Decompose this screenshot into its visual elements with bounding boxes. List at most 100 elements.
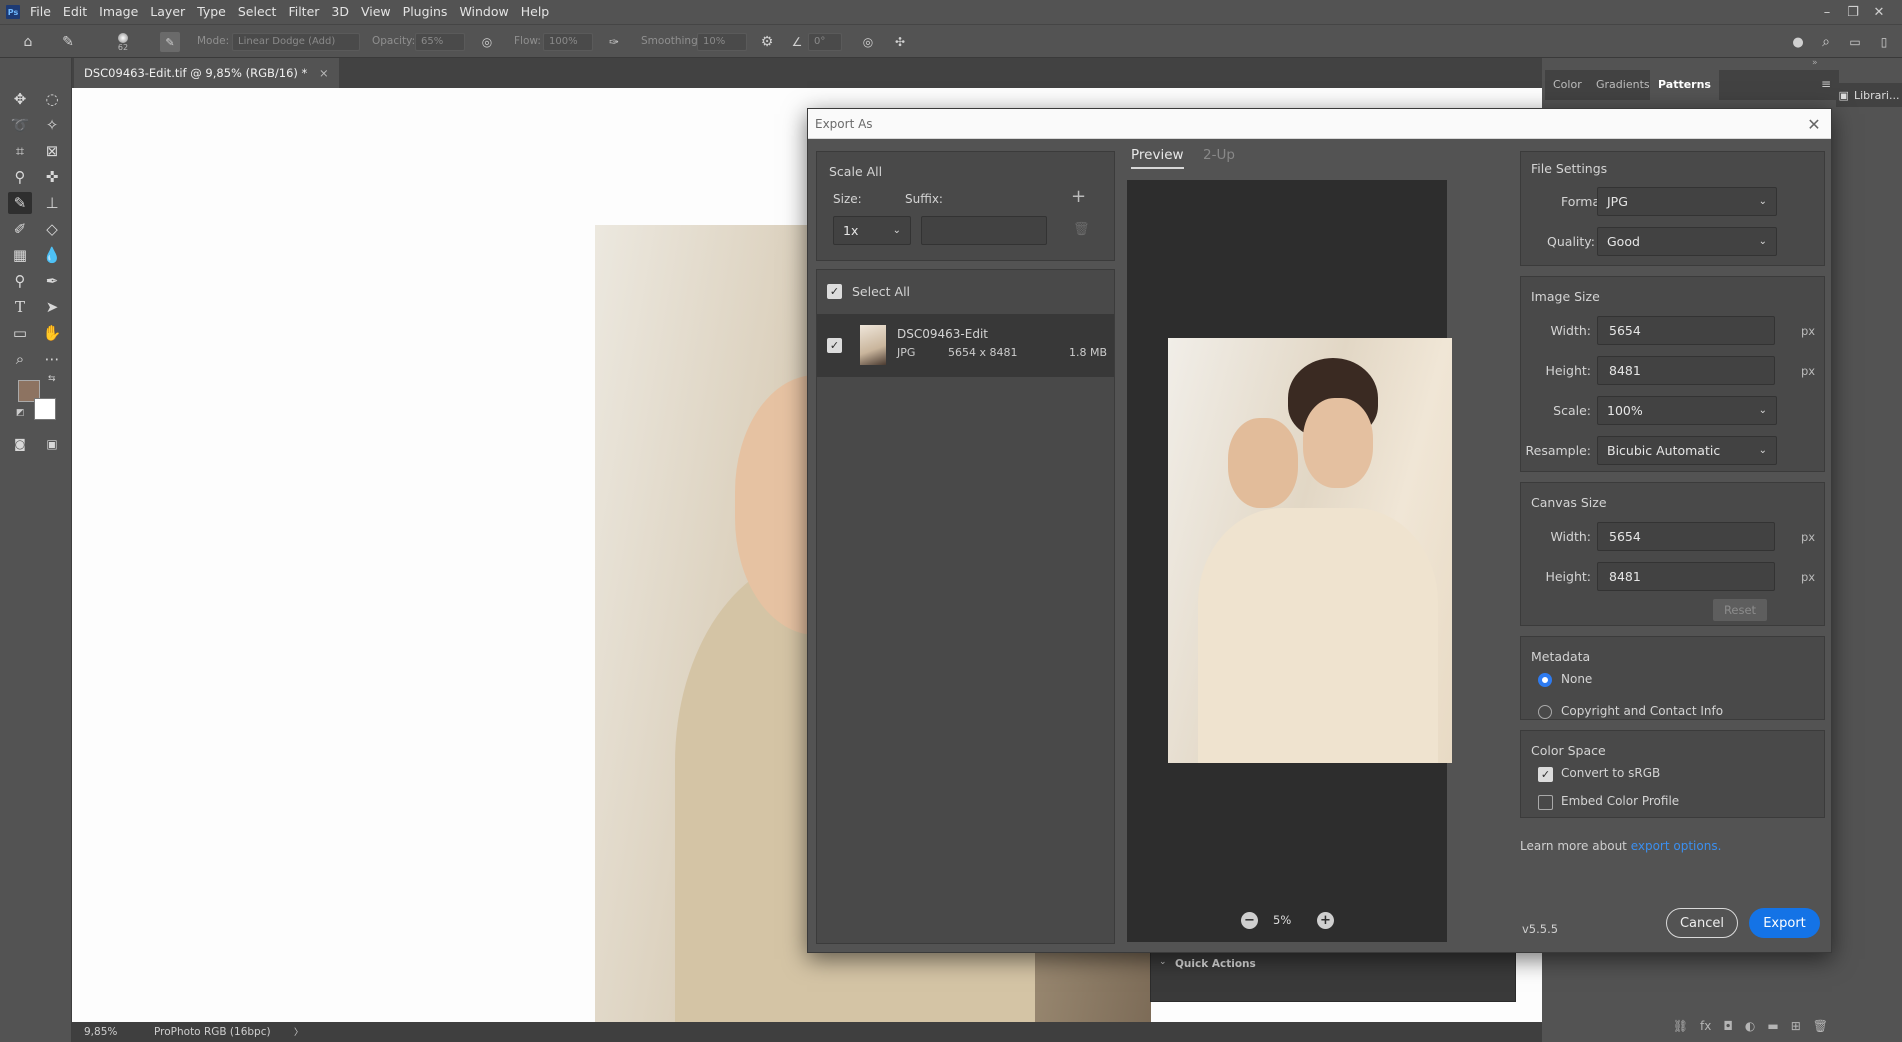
resample-select[interactable]: Bicubic Automatic ⌄ <box>1597 436 1777 465</box>
tab-color[interactable]: Color <box>1545 70 1590 100</box>
tab-patterns[interactable]: Patterns <box>1650 70 1719 100</box>
tab-preview[interactable]: Preview <box>1131 147 1184 169</box>
marquee-tool-icon[interactable]: ◌ <box>40 88 64 110</box>
new-layer-icon[interactable]: ⊞ <box>1791 1019 1801 1033</box>
add-scale-icon[interactable]: + <box>1071 186 1086 207</box>
reset-button[interactable]: Reset <box>1713 599 1767 621</box>
suffix-input[interactable] <box>921 216 1047 245</box>
rectangle-tool-icon[interactable]: ▭ <box>8 322 32 344</box>
menu-layer[interactable]: Layer <box>144 0 191 24</box>
link-layers-icon[interactable]: ⛓ <box>1673 1019 1688 1033</box>
pen-tool-icon[interactable]: ✒ <box>40 270 64 292</box>
menu-filter[interactable]: Filter <box>282 0 325 24</box>
brush-settings-icon[interactable]: ✎ <box>160 32 180 52</box>
mode-select[interactable]: Linear Dodge (Add) <box>232 33 360 51</box>
size-select[interactable]: 1x ⌄ <box>833 216 911 245</box>
frame-tool-icon[interactable]: ⊠ <box>40 140 64 162</box>
swap-colors-icon[interactable]: ⇆ <box>48 374 56 384</box>
close-window-button[interactable]: ✕ <box>1866 0 1892 24</box>
close-icon[interactable]: ✕ <box>1803 113 1825 135</box>
quick-mask-icon[interactable]: ◙ <box>8 433 32 455</box>
path-selection-icon[interactable]: ➤ <box>40 296 64 318</box>
file-item-checkbox[interactable]: ✓ <box>827 338 842 353</box>
canvas-width-input[interactable]: 5654 <box>1597 522 1775 551</box>
blur-tool-icon[interactable]: 💧 <box>40 244 64 266</box>
convert-srgb-checkbox[interactable]: ✓ <box>1538 767 1553 782</box>
gear-icon[interactable]: ⚙ <box>757 32 777 52</box>
fx-icon[interactable]: fx <box>1700 1019 1711 1033</box>
search-icon[interactable]: ⌕ <box>1816 32 1836 52</box>
angle-field[interactable]: 0° <box>808 33 842 51</box>
workspace-icon[interactable]: ▭ <box>1845 32 1865 52</box>
hand-tool-icon[interactable]: ✋ <box>40 322 64 344</box>
symmetry-icon[interactable]: ✣ <box>890 32 910 52</box>
magic-wand-icon[interactable]: ✧ <box>40 114 64 136</box>
document-tab[interactable]: DSC09463-Edit.tif @ 9,85% (RGB/16) * × <box>74 58 339 88</box>
metadata-copyright-radio[interactable] <box>1538 705 1552 719</box>
image-width-input[interactable]: 5654 <box>1597 316 1775 345</box>
flow-field[interactable]: 100% <box>543 33 593 51</box>
tab-gradients[interactable]: Gradients <box>1588 70 1658 100</box>
metadata-none-radio[interactable] <box>1538 673 1552 687</box>
menu-view[interactable]: View <box>355 0 397 24</box>
more-tools-icon[interactable]: ⋯ <box>40 348 64 370</box>
dodge-tool-icon[interactable]: ⚲ <box>8 270 32 292</box>
lasso-tool-icon[interactable]: ➰ <box>8 114 32 136</box>
smoothing-field[interactable]: 10% <box>697 33 747 51</box>
clone-stamp-icon[interactable]: ⊥ <box>40 192 64 214</box>
crop-tool-icon[interactable]: ⌗ <box>8 140 32 162</box>
background-color-swatch[interactable] <box>34 398 56 420</box>
brush-tool-active-icon[interactable]: ✎ <box>8 192 32 214</box>
history-brush-icon[interactable]: ✐ <box>8 218 32 240</box>
tab-2-up[interactable]: 2-Up <box>1203 147 1235 163</box>
scale-select[interactable]: 100% ⌄ <box>1597 396 1777 425</box>
select-all-checkbox[interactable]: ✓ <box>827 284 842 299</box>
canvas-height-input[interactable]: 8481 <box>1597 562 1775 591</box>
airbrush-icon[interactable]: ✑ <box>604 32 624 52</box>
format-select[interactable]: JPG ⌄ <box>1597 187 1777 216</box>
opacity-field[interactable]: 65% <box>415 33 465 51</box>
menu-window[interactable]: Window <box>453 0 514 24</box>
menu-image[interactable]: Image <box>93 0 144 24</box>
panel-menu-icon[interactable]: ≡ <box>1821 77 1831 91</box>
zoom-tool-icon[interactable]: ⌕ <box>8 348 32 370</box>
brush-preset-picker[interactable]: 62 <box>112 28 134 56</box>
adjustment-layer-icon[interactable]: ◐ <box>1745 1019 1755 1033</box>
trash-icon[interactable]: 🗑 <box>1073 222 1090 237</box>
image-height-input[interactable]: 8481 <box>1597 356 1775 385</box>
menu-help[interactable]: Help <box>515 0 556 24</box>
zoom-out-icon[interactable]: − <box>1241 912 1258 929</box>
spot-healing-icon[interactable]: ✜ <box>40 166 64 188</box>
eyedropper-icon[interactable]: ⚲ <box>8 166 32 188</box>
preview-area[interactable]: − 5% + <box>1127 180 1452 942</box>
menu-edit[interactable]: Edit <box>57 0 93 24</box>
menu-plugins[interactable]: Plugins <box>397 0 454 24</box>
libraries-tab[interactable]: ▣ Librari... <box>1836 83 1902 107</box>
export-options-link[interactable]: export options. <box>1631 839 1722 853</box>
export-button[interactable]: Export <box>1749 908 1820 938</box>
gradient-tool-icon[interactable]: ▦ <box>8 244 32 266</box>
panel-toggle-icon[interactable]: ▯ <box>1874 32 1894 52</box>
file-list-item[interactable]: ✓ DSC09463-Edit JPG 5654 x 8481 1.8 MB <box>817 314 1114 377</box>
add-mask-icon[interactable]: ◘ <box>1723 1019 1733 1033</box>
cancel-button[interactable]: Cancel <box>1666 908 1738 938</box>
zoom-in-icon[interactable]: + <box>1317 912 1334 929</box>
folder-icon[interactable]: ▬ <box>1767 1019 1778 1033</box>
chevron-down-icon[interactable]: ⌄ <box>1159 957 1167 967</box>
move-tool-icon[interactable]: ✥ <box>8 88 32 110</box>
quality-select[interactable]: Good ⌄ <box>1597 227 1777 256</box>
menu-type[interactable]: Type <box>191 0 232 24</box>
close-tab-icon[interactable]: × <box>319 66 329 80</box>
menu-file[interactable]: File <box>24 0 57 24</box>
screen-mode-icon[interactable]: ▣ <box>40 433 64 455</box>
brush-tool-icon[interactable]: ✎ <box>58 32 78 52</box>
home-icon[interactable]: ⌂ <box>18 32 38 52</box>
status-zoom[interactable]: 9,85% <box>84 1026 117 1038</box>
default-colors-icon[interactable]: ◩ <box>16 408 25 418</box>
restore-button[interactable]: ❐ <box>1840 0 1866 24</box>
embed-profile-checkbox[interactable] <box>1538 795 1553 810</box>
menu-select[interactable]: Select <box>232 0 283 24</box>
type-tool-icon[interactable]: T <box>8 296 32 318</box>
pressure-opacity-icon[interactable]: ◎ <box>477 32 497 52</box>
minimize-button[interactable]: – <box>1814 0 1840 24</box>
